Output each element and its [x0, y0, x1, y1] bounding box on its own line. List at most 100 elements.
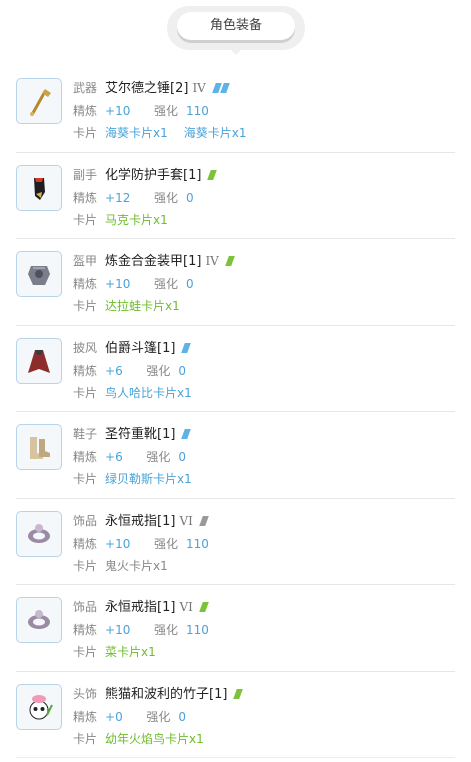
equipment-item[interactable]: 头饰 熊猫和波利的竹子[1] 精炼 +0 强化 0 卡片 幼年火焰鸟卡片x1: [16, 672, 455, 758]
item-name: 炼金合金装甲[1]: [105, 254, 202, 269]
item-thumbnail[interactable]: [16, 597, 62, 643]
enhance-value: 0: [186, 190, 194, 205]
item-thumbnail[interactable]: [16, 510, 62, 557]
equipment-item[interactable]: 盔甲 炼金合金装甲[1] IV 精炼 +10 强化 0 卡片 达拉蛙卡片x1: [16, 239, 455, 326]
equipment-item[interactable]: 武器 艾尔德之锤[2] IV 精炼 +10 强化 110 卡片 海葵卡片x1 海葵卡片x1: [16, 66, 455, 153]
card-name: 海葵卡片x1: [183, 126, 247, 140]
item-cards-row: 卡片 菜卡片x1: [73, 642, 156, 662]
item-stats-row: 精炼 +10 强化 110: [73, 534, 209, 554]
refine-label: 精炼: [73, 277, 98, 291]
card-label: 卡片: [73, 472, 98, 486]
enhance-value: 0: [178, 709, 187, 724]
slot-label: 饰品: [73, 513, 98, 528]
item-title-row: 饰品 永恒戒指[1] VI: [73, 511, 209, 531]
item-title-row: 盔甲 炼金合金装甲[1] IV: [73, 251, 235, 271]
refine-label: 精炼: [73, 363, 98, 378]
quality-badges: [181, 424, 192, 444]
refine-value: +6: [105, 450, 123, 464]
item-thumbnail[interactable]: [16, 337, 62, 384]
card-name: 马克卡片x1: [105, 212, 168, 227]
item-title-row: 鞋子 圣符重靴[1]: [73, 424, 192, 444]
quality-badges: [225, 251, 235, 271]
quality-badges: [233, 684, 244, 704]
armor-icon: [28, 266, 50, 285]
card-label: 卡片: [73, 645, 98, 659]
enhance-value: 0: [178, 450, 187, 464]
item-cards-row: 卡片 绿贝勒斯卡片x1: [73, 469, 192, 489]
item-cards-row: 卡片 幼年火焰鸟卡片x1: [73, 729, 204, 749]
slot-label: 饰品: [73, 600, 98, 614]
item-cards-row: 卡片 马克卡片x1: [73, 210, 168, 230]
refine-value: +10: [105, 623, 131, 637]
boots-icon: [30, 437, 50, 459]
refine-label: 精炼: [73, 190, 98, 205]
item-stats-row: 精炼 +6 强化 0: [73, 361, 186, 381]
item-cards-row: 卡片 海葵卡片x1 海葵卡片x1: [73, 123, 247, 143]
equipment-item[interactable]: 披风 伯爵斗篷[1] 精炼 +6 强化 0 卡片 鸟人哈比卡片x1: [16, 326, 455, 412]
enhance-label: 强化: [154, 190, 179, 205]
item-name: 伯爵斗篷[1]: [105, 340, 176, 356]
enhance-label: 强化: [146, 450, 171, 464]
tier-numeral: VI: [179, 600, 193, 614]
refine-value: +10: [105, 277, 131, 291]
card-label: 卡片: [73, 385, 98, 400]
equipment-item[interactable]: 饰品 永恒戒指[1] VI 精炼 +10 强化 110 卡片 鬼火卡片x1: [16, 499, 455, 585]
slot-label: 武器: [73, 81, 98, 95]
tier-numeral: VI: [179, 513, 193, 528]
item-thumbnail[interactable]: [16, 683, 62, 730]
card-name: 幼年火焰鸟卡片x1: [105, 731, 204, 746]
equipment-item[interactable]: 饰品 永恒戒指[1] VI 精炼 +10 强化 110 卡片 菜卡片x1: [16, 585, 455, 672]
refine-label: 精炼: [73, 450, 98, 464]
quality-badge: [207, 169, 218, 180]
item-stats-row: 精炼 +10 强化 110: [73, 101, 209, 121]
refine-value: +6: [105, 363, 123, 378]
card-name: 鬼火卡片x1: [105, 558, 168, 573]
section-header: 角色装备: [167, 6, 305, 55]
item-cards-row: 卡片 鬼火卡片x1: [73, 556, 168, 576]
ring-icon: [28, 523, 50, 543]
card-name: 海葵卡片x1: [105, 126, 168, 140]
item-title-row: 披风 伯爵斗篷[1]: [73, 338, 192, 358]
item-thumbnail[interactable]: [16, 164, 62, 211]
card-name: 达拉蛙卡片x1: [105, 299, 180, 313]
item-title-row: 饰品 永恒戒指[1] VI: [73, 597, 209, 617]
item-name: 永恒戒指[1]: [105, 600, 176, 615]
item-stats-row: 精炼 +0 强化 0: [73, 707, 186, 727]
item-title-row: 头饰 熊猫和波利的竹子[1]: [73, 684, 244, 704]
item-stats-row: 精炼 +12 强化 0: [73, 188, 194, 208]
item-thumbnail[interactable]: [16, 251, 62, 297]
item-cards-row: 卡片 达拉蛙卡片x1: [73, 296, 180, 316]
refine-value: +12: [105, 190, 131, 205]
quality-badges: [212, 78, 230, 98]
item-stats-row: 精炼 +6 强化 0: [73, 447, 186, 467]
header-pointer: [229, 48, 243, 55]
card-name: 绿贝勒斯卡片x1: [105, 472, 192, 486]
item-stats-row: 精炼 +10 强化 0: [73, 274, 194, 294]
tier-numeral: IV: [192, 81, 206, 95]
quality-badge: [181, 429, 192, 439]
enhance-value: 110: [186, 536, 209, 551]
item-name: 永恒戒指[1]: [105, 513, 176, 529]
refine-label: 精炼: [73, 536, 98, 551]
panda-headgear-icon: [29, 694, 53, 719]
refine-label: 精炼: [73, 623, 98, 637]
enhance-label: 强化: [154, 623, 179, 637]
item-thumbnail[interactable]: [16, 424, 62, 470]
item-cards-row: 卡片 鸟人哈比卡片x1: [73, 383, 192, 403]
quality-badge: [220, 83, 230, 93]
item-name: 艾尔德之锤[2]: [105, 81, 189, 96]
quality-badges: [181, 338, 192, 358]
quality-badge: [199, 515, 209, 526]
item-title-row: 武器 艾尔德之锤[2] IV: [73, 78, 230, 98]
item-thumbnail[interactable]: [16, 78, 62, 124]
equipment-item[interactable]: 鞋子 圣符重靴[1] 精炼 +6 强化 0 卡片 绿贝勒斯卡片x1: [16, 412, 455, 499]
card-label: 卡片: [73, 126, 98, 140]
equipment-item[interactable]: 副手 化学防护手套[1] 精炼 +12 强化 0 卡片 马克卡片x1: [16, 153, 455, 239]
card-label: 卡片: [73, 299, 98, 313]
slot-label: 披风: [73, 340, 98, 355]
hammer-icon: [30, 89, 51, 116]
card-label: 卡片: [73, 558, 98, 573]
item-name: 圣符重靴[1]: [105, 427, 176, 442]
glove-icon: [34, 177, 45, 200]
enhance-value: 110: [186, 623, 209, 637]
